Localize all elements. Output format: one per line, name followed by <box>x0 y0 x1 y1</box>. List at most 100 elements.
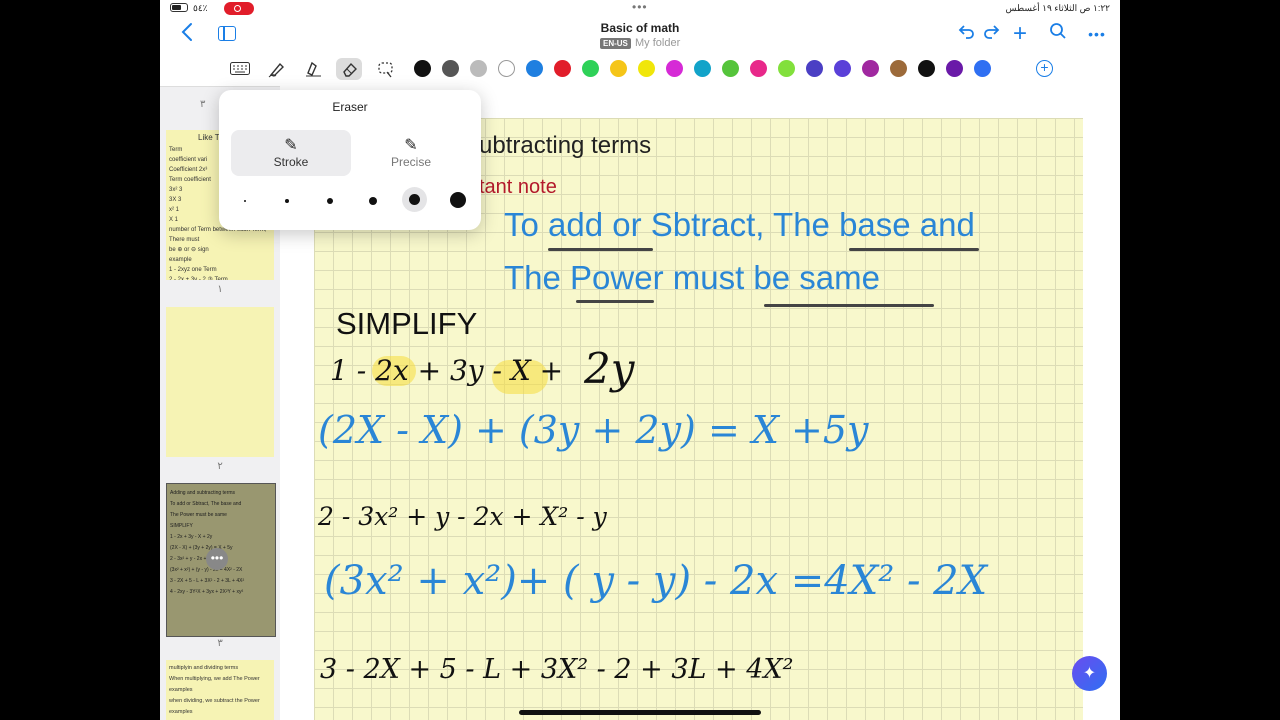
color-swatch[interactable] <box>638 60 655 77</box>
app-screen: ٥٤٪ ••• ١:٢٢ ص الثلاثاء ١٩ أغسطس Basic o… <box>160 0 1120 720</box>
eraser-size-1[interactable] <box>244 200 246 202</box>
handwritten-underline <box>849 248 979 251</box>
simplify-heading: SIMPLIFY <box>336 306 478 341</box>
thumbnail-line: To add or Sbtract, The base and <box>170 501 242 507</box>
search-icon[interactable] <box>1046 22 1070 46</box>
color-swatch[interactable] <box>666 60 683 77</box>
thumbnail-line: Adding and subtracting terms <box>170 490 236 496</box>
page-thumbnail-2[interactable] <box>166 307 274 457</box>
sidebar-page-indicator: ٣ <box>200 99 206 110</box>
color-swatch[interactable] <box>414 60 431 77</box>
color-swatch[interactable] <box>470 60 487 77</box>
add-color-icon[interactable]: + <box>1036 60 1053 77</box>
rule-text-line-2: The Power must be same <box>504 259 880 296</box>
eraser-size-6[interactable] <box>450 192 466 208</box>
precise-eraser-icon: ✎ <box>404 137 418 154</box>
thumbnail-line: be ⊕ or ⊖ sign <box>169 247 209 253</box>
option-label: Stroke <box>273 155 309 169</box>
color-swatch[interactable] <box>834 60 851 77</box>
color-swatch[interactable] <box>498 60 515 77</box>
eraser-icon <box>343 62 357 77</box>
battery-percentage: ٥٤٪ <box>193 3 208 13</box>
page-number-2: ٢ <box>217 461 223 472</box>
color-swatch[interactable] <box>890 60 907 77</box>
thumbnail-content: multiplyin and dividing terms When multip… <box>169 663 260 718</box>
eraser-tool-button[interactable] <box>336 58 362 80</box>
handwritten-underline <box>764 304 934 307</box>
eraser-size-5[interactable] <box>409 194 420 205</box>
color-swatch[interactable] <box>582 60 599 77</box>
home-indicator[interactable] <box>519 710 761 715</box>
eraser-size-2[interactable] <box>285 199 289 203</box>
handwritten-underline <box>548 248 653 251</box>
problem-1-tail: 2y <box>584 344 635 393</box>
problem-1: 1 - 2x + 3y - X + <box>330 354 564 387</box>
problem-3: 3 - 2X + 5 - L + 3X² - 2 + 3L + 4X² <box>320 654 794 685</box>
thumbnail-line: SIMPLIFY <box>170 523 193 529</box>
status-bar: ٥٤٪ ••• ١:٢٢ ص الثلاثاء ١٩ أغسطس <box>160 0 1120 18</box>
page-heading: ubtracting terms <box>479 132 652 159</box>
thumbnail-line: 1 - 2xyz one Term <box>169 267 217 273</box>
color-swatch[interactable] <box>778 60 795 77</box>
status-datetime: ١:٢٢ ص الثلاثاء ١٩ أغسطس <box>1005 3 1110 13</box>
battery-icon <box>170 3 188 12</box>
pen-icon[interactable] <box>264 58 290 80</box>
thumbnail-line: 1 - 2x + 3y - X + 2y <box>170 534 213 540</box>
thumbnail-more-button[interactable]: ••• <box>206 548 228 570</box>
eraser-size-3[interactable] <box>327 198 333 204</box>
thumbnail-heading: Like T <box>198 133 220 142</box>
multitask-dots-icon[interactable]: ••• <box>632 0 648 14</box>
precise-eraser-option[interactable]: ✎ Precise <box>351 130 471 176</box>
page-thumbnail-4[interactable]: multiplyin and dividing terms When multip… <box>166 660 274 720</box>
thumbnail-line: examples <box>169 709 193 715</box>
undo-icon[interactable] <box>955 22 979 46</box>
important-note-label: tant note <box>479 176 557 198</box>
language-badge: EN-US <box>600 38 631 49</box>
popover-title: Eraser <box>332 100 368 114</box>
lasso-icon[interactable] <box>373 58 399 80</box>
color-swatch[interactable] <box>554 60 571 77</box>
screen-recording-icon[interactable] <box>224 2 254 15</box>
stroke-eraser-option[interactable]: ✎ Stroke <box>231 130 351 176</box>
thumbnail-line: multiplyin and dividing terms <box>169 665 239 671</box>
thumbnail-line: example <box>169 257 192 263</box>
thumbnail-line: (3x² + x²) + (y - y) - 2x = 4X² - 2X <box>170 567 243 573</box>
problem-2-solution: (3x² + x²)+ ( y - y) - 2x =4X² - 2X <box>324 558 988 604</box>
more-options-icon[interactable]: ••• <box>1085 22 1109 46</box>
color-swatch[interactable] <box>722 60 739 77</box>
thumbnail-content: Adding and subtracting terms To add or Sb… <box>170 488 244 598</box>
color-swatch[interactable] <box>610 60 627 77</box>
option-label: Precise <box>390 155 431 169</box>
thumbnail-line: 2 - 2x + 3y - 2 ③ Term <box>169 277 228 280</box>
color-swatch[interactable] <box>442 60 459 77</box>
thumbnail-line: when dividing, we subtract the Power <box>169 698 260 704</box>
problem-2: 2 - 3x² + y - 2x + X² - y <box>318 502 607 531</box>
color-swatch[interactable] <box>918 60 935 77</box>
problem-1-solution: (2X - X) + (3y + 2y) = X +5y <box>318 408 869 452</box>
color-swatch[interactable] <box>806 60 823 77</box>
page-number-3: ٣ <box>217 638 223 649</box>
keyboard-icon[interactable] <box>227 58 253 80</box>
eraser-popover: Eraser ✎ Stroke ✎ Precise <box>219 90 481 230</box>
page-number-1: ١ <box>217 284 223 295</box>
ai-assistant-button[interactable]: ✦ <box>1072 656 1107 691</box>
thumbnail-line: 4 - 2xy - 3Y²X + 3yx + 2X²Y + xy² <box>170 589 244 595</box>
color-swatch[interactable] <box>862 60 879 77</box>
handwritten-underline <box>576 300 654 303</box>
color-swatch[interactable] <box>974 60 991 77</box>
color-swatch[interactable] <box>750 60 767 77</box>
thumbnail-line: examples <box>169 687 193 693</box>
add-page-icon[interactable]: + <box>1008 22 1032 46</box>
eraser-size-4[interactable] <box>369 197 377 205</box>
thumbnail-line: When multiplying, we add The Power <box>169 676 260 682</box>
thumbnail-line: The Power must be same <box>170 512 227 518</box>
color-swatch[interactable] <box>526 60 543 77</box>
folder-name[interactable]: My folder <box>635 37 680 49</box>
thumbnail-line: 3 - 2X + 5 - L + 3X² - 2 + 3L + 4X² <box>170 578 245 584</box>
color-swatch[interactable] <box>946 60 963 77</box>
rule-text-line-1: To add or Sbtract, The base and <box>504 206 975 243</box>
redo-icon[interactable] <box>979 22 1003 46</box>
highlighter-icon[interactable] <box>300 58 326 80</box>
stroke-eraser-icon: ✎ <box>284 137 298 154</box>
color-swatch[interactable] <box>694 60 711 77</box>
